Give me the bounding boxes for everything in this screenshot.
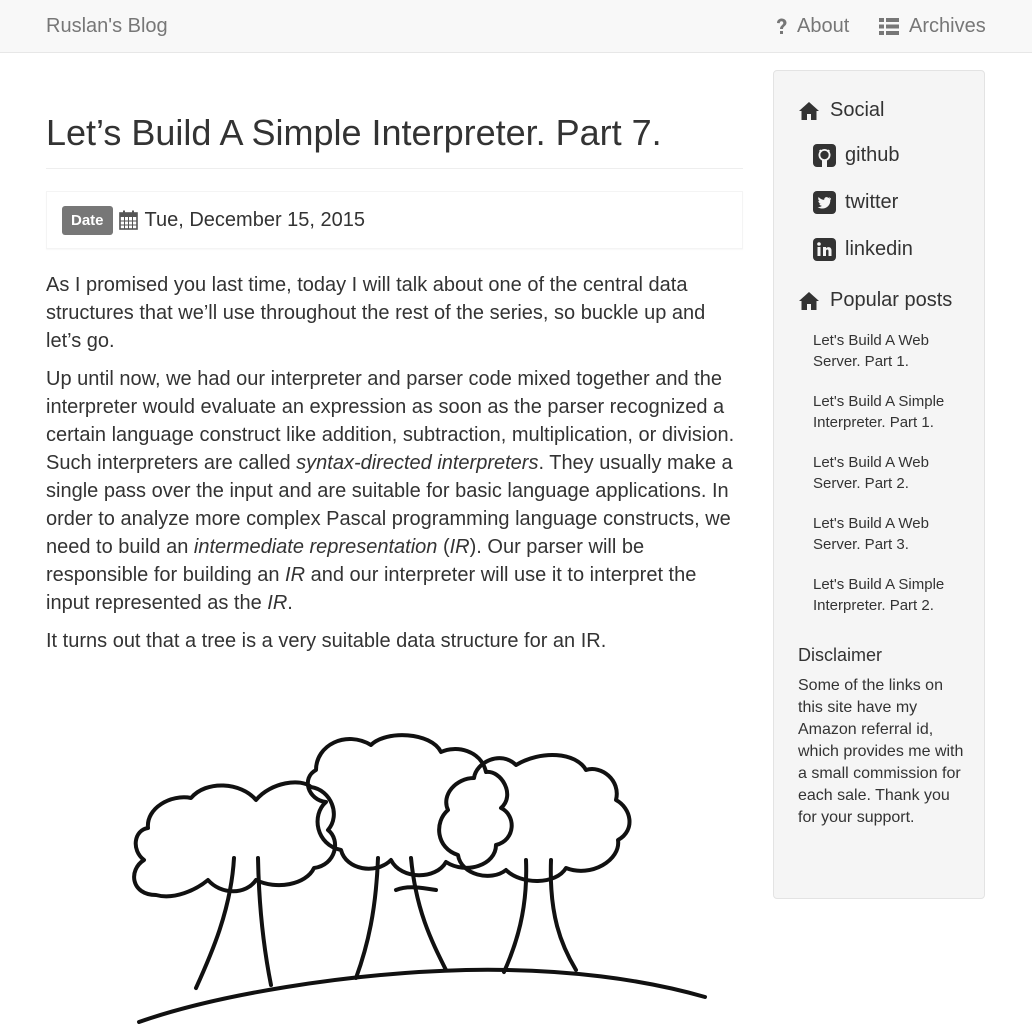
popular-post-link[interactable]: Let's Build A Web Server. Part 3. (813, 513, 973, 555)
question-icon (776, 18, 787, 36)
emphasis-term: IR (285, 564, 306, 586)
calendar-icon (118, 210, 138, 230)
linkedin-icon (813, 238, 836, 261)
about-label: About (797, 15, 850, 37)
list-icon (879, 18, 899, 35)
emphasis-term: intermediate representation (193, 536, 438, 558)
home-icon (798, 101, 820, 121)
blog-brand-link[interactable]: Ruslan's Blog (46, 15, 168, 38)
text-span: ( (437, 536, 450, 558)
post-date: Tue, December 15, 2015 (144, 208, 366, 231)
post-title: Let’s Build A Simple Interpreter. Part 7… (46, 111, 743, 169)
social-link-twitter[interactable]: twitter (813, 191, 898, 214)
article: Let’s Build A Simple Interpreter. Part 7… (46, 53, 743, 655)
linkedin-label: linkedin (845, 238, 913, 260)
github-icon (813, 144, 836, 167)
paragraph-intro: As I promised you last time, today I wil… (46, 274, 706, 352)
popular-post-link[interactable]: Let's Build A Web Server. Part 2. (813, 452, 973, 494)
paragraph-tree: It turns out that a tree is a very suita… (46, 630, 607, 652)
paragraph-ir: Up until now, we had our interpreter and… (46, 365, 743, 617)
popular-post-link[interactable]: Let's Build A Web Server. Part 1. (813, 330, 973, 372)
github-label: github (845, 144, 900, 166)
social-title: Social (830, 99, 885, 121)
trees-illustration (132, 733, 707, 1024)
popular-title: Popular posts (830, 289, 953, 311)
home-icon (798, 291, 820, 311)
emphasis-term: syntax-directed interpreters (296, 452, 539, 474)
social-link-github[interactable]: github (813, 144, 900, 167)
twitter-icon (813, 191, 836, 214)
archives-link[interactable]: Archives (879, 15, 986, 38)
sidebar: Social github twitter linkedin Popular p… (773, 70, 985, 899)
popular-heading: Popular posts (798, 289, 952, 312)
emphasis-term: IR (449, 536, 470, 558)
text-span: . (287, 592, 293, 614)
popular-post-link[interactable]: Let's Build A Simple Interpreter. Part 1… (813, 391, 973, 433)
date-badge: Date (62, 205, 113, 235)
navbar: Ruslan's Blog About Archives (0, 0, 1032, 53)
social-heading: Social (798, 99, 884, 122)
post-meta: Date Tue, December 15, 2015 (46, 191, 743, 249)
archives-label: Archives (909, 15, 986, 37)
disclaimer-text: Some of the links on this site have my A… (798, 677, 964, 826)
emphasis-term: IR (267, 592, 288, 614)
popular-post-link[interactable]: Let's Build A Simple Interpreter. Part 2… (813, 574, 973, 616)
social-link-linkedin[interactable]: linkedin (813, 238, 913, 261)
twitter-label: twitter (845, 191, 899, 213)
disclaimer-title: Disclaimer (798, 645, 883, 665)
about-link[interactable]: About (776, 15, 849, 38)
